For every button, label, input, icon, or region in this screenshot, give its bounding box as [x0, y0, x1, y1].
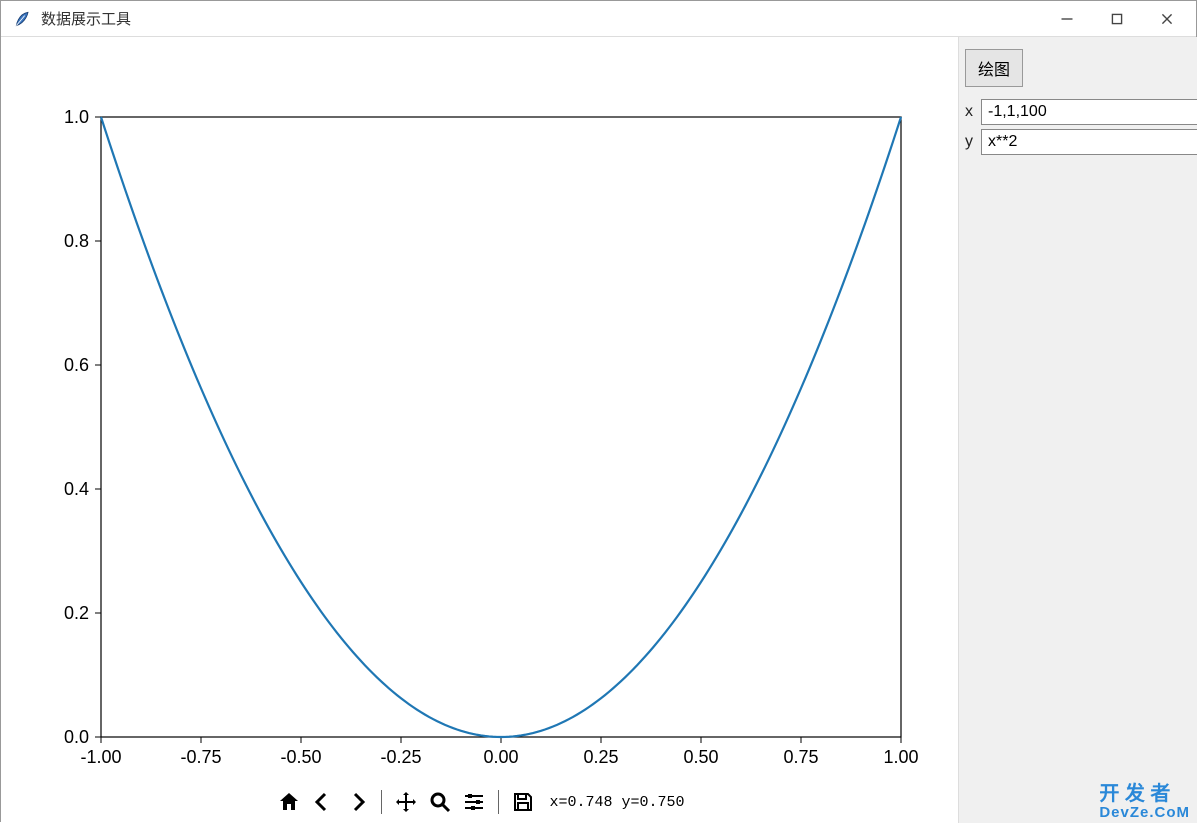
arrow-left-icon[interactable]: [309, 788, 337, 816]
toolbar-separator: [498, 790, 499, 814]
home-icon[interactable]: [275, 788, 303, 816]
svg-text:0.4: 0.4: [64, 479, 89, 499]
zoom-icon[interactable]: [426, 788, 454, 816]
close-button[interactable]: [1142, 1, 1192, 37]
plot-button[interactable]: 绘图: [965, 49, 1023, 87]
x-field-row: x: [959, 97, 1197, 127]
y-input[interactable]: [981, 129, 1197, 155]
sliders-icon[interactable]: [460, 788, 488, 816]
plot-toolbar: x=0.748 y=0.750: [1, 785, 959, 819]
svg-text:0.25: 0.25: [583, 747, 618, 767]
titlebar: 数据展示工具: [1, 1, 1196, 37]
app-window: 数据展示工具 -1.00 -0.75 -0.50 -0.25 0.00 0.25 0.50 0…: [0, 0, 1197, 822]
svg-text:0.50: 0.50: [683, 747, 718, 767]
svg-text:0.0: 0.0: [64, 727, 89, 747]
svg-text:0.6: 0.6: [64, 355, 89, 375]
svg-text:1.00: 1.00: [883, 747, 918, 767]
save-icon[interactable]: [509, 788, 537, 816]
cursor-coords: x=0.748 y=0.750: [549, 794, 684, 811]
move-icon[interactable]: [392, 788, 420, 816]
arrow-right-icon[interactable]: [343, 788, 371, 816]
content-area: -1.00-0.75-0.50-0.250.000.250.500.751.00…: [1, 37, 1196, 823]
svg-text:0.8: 0.8: [64, 231, 89, 251]
svg-text:-0.75: -0.75: [180, 747, 221, 767]
chart-svg: -1.00-0.75-0.50-0.250.000.250.500.751.00…: [1, 37, 959, 789]
y-label: y: [965, 133, 981, 151]
x-input[interactable]: [981, 99, 1197, 125]
svg-text:-0.25: -0.25: [380, 747, 421, 767]
x-label: x: [965, 103, 981, 121]
svg-text:0.00: 0.00: [483, 747, 518, 767]
side-panel: 绘图 x y: [959, 37, 1197, 823]
svg-text:0.75: 0.75: [783, 747, 818, 767]
y-field-row: y: [959, 127, 1197, 157]
maximize-button[interactable]: [1092, 1, 1142, 37]
window-title: 数据展示工具: [41, 8, 131, 29]
feather-icon: [13, 9, 33, 29]
svg-text:-0.50: -0.50: [280, 747, 321, 767]
toolbar-separator: [381, 790, 382, 814]
svg-text:-1.00: -1.00: [80, 747, 121, 767]
minimize-button[interactable]: [1042, 1, 1092, 37]
svg-text:1.0: 1.0: [64, 107, 89, 127]
svg-text:0.2: 0.2: [64, 603, 89, 623]
plot-canvas[interactable]: -1.00-0.75-0.50-0.250.000.250.500.751.00…: [1, 37, 959, 823]
